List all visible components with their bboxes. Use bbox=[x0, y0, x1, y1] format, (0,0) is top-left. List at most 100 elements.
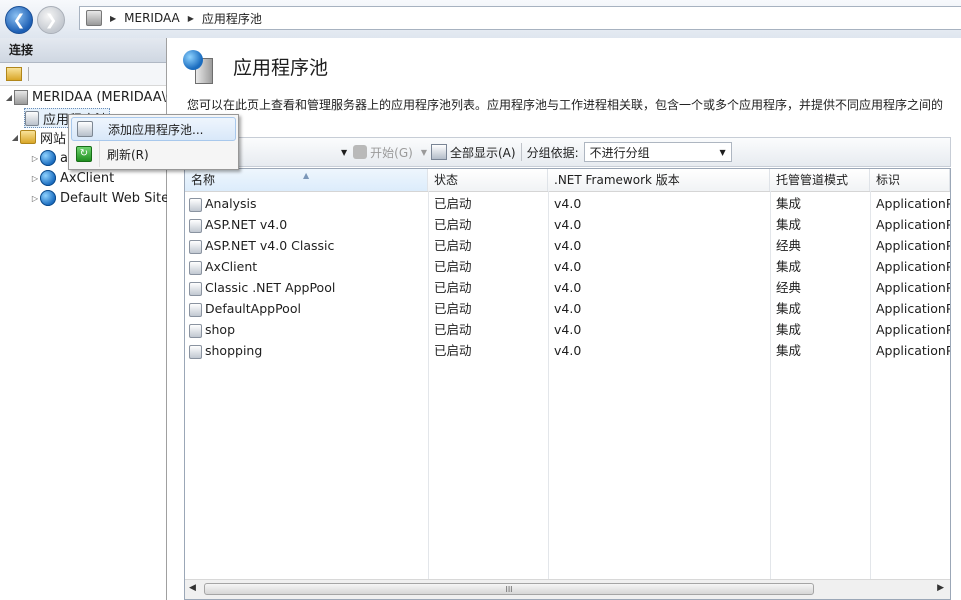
group-by-label: 分组依据: bbox=[526, 145, 579, 160]
column-header-framework[interactable]: .NET Framework 版本 bbox=[548, 169, 770, 191]
cell-text: ApplicationP bbox=[876, 259, 950, 274]
cell-identity: ApplicationP bbox=[870, 340, 950, 361]
cell-identity: ApplicationP bbox=[870, 235, 950, 256]
app-pool-icon bbox=[189, 281, 202, 296]
menu-item-add-app-pool[interactable]: 添加应用程序池... bbox=[71, 117, 236, 141]
cell-framework: v4.0 bbox=[548, 319, 770, 340]
cell-framework: v4.0 bbox=[548, 214, 770, 235]
expand-icon[interactable]: ▷ bbox=[30, 154, 40, 163]
group-by-value: 不进行分组 bbox=[589, 145, 650, 160]
cell-text: ApplicationP bbox=[876, 196, 950, 211]
cell-pipeline: 经典 bbox=[770, 277, 870, 298]
table-row[interactable]: ASP.NET v4.0 已启动 v4.0 集成 ApplicationP bbox=[185, 214, 950, 235]
cell-pipeline: 集成 bbox=[770, 319, 870, 340]
arrow-right-icon: ❯ bbox=[44, 11, 58, 29]
globe-icon bbox=[40, 150, 56, 166]
tree-item-site-a[interactable]: ▷ a bbox=[30, 149, 68, 167]
app-pool-icon bbox=[189, 260, 202, 275]
collapse-icon[interactable]: ◢ bbox=[10, 133, 20, 142]
column-header-pipeline[interactable]: 托管管道模式 bbox=[770, 169, 870, 191]
start-dropdown-icon[interactable]: ▼ bbox=[421, 148, 427, 157]
cell-status: 已启动 bbox=[428, 319, 548, 340]
menu-item-label: 添加应用程序池... bbox=[108, 122, 204, 137]
breadcrumb-separator-icon[interactable]: ▶ bbox=[188, 14, 194, 23]
forward-button[interactable]: ❯ bbox=[37, 6, 65, 34]
tree-item-axclient[interactable]: ▷ AxClient bbox=[30, 169, 114, 187]
menu-item-refresh[interactable]: ↻ 刷新(R) bbox=[71, 143, 234, 165]
scrollbar-thumb[interactable]: III bbox=[204, 583, 814, 595]
cell-text: ApplicationP bbox=[876, 238, 950, 253]
app-pools-table: 名称 ▲ 状态 .NET Framework 版本 托管管道模式 标识 Anal… bbox=[184, 168, 951, 600]
filter-toolbar: ▼ 开始(G) ▼ 全部显示(A) 分组依据: 不进行分组 ▼ bbox=[184, 137, 951, 167]
tree-item-server[interactable]: ◢ MERIDAA (MERIDAA\Oa bbox=[4, 88, 184, 106]
app-pool-icon bbox=[25, 110, 39, 126]
breadcrumb[interactable]: ▶ MERIDAA ▶ 应用程序池 bbox=[79, 6, 961, 30]
app-pool-page-icon bbox=[183, 50, 213, 84]
table-row[interactable]: ASP.NET v4.0 Classic 已启动 v4.0 经典 Application… bbox=[185, 235, 950, 256]
show-all-button[interactable]: 全部显示(A) bbox=[430, 144, 516, 161]
cell-text: v4.0 bbox=[554, 259, 582, 274]
server-icon bbox=[86, 10, 102, 26]
toolbar-separator bbox=[520, 143, 522, 161]
cell-text: ASP.NET v4.0 bbox=[205, 217, 288, 232]
column-header-status[interactable]: 状态 bbox=[428, 169, 548, 191]
cell-text: 集成 bbox=[776, 343, 802, 358]
horizontal-scrollbar[interactable]: ◀ III ▶ bbox=[185, 579, 950, 599]
tree-item-default-web-site[interactable]: ▷ Default Web Site bbox=[30, 189, 169, 207]
tree-item-label: Default Web Site bbox=[60, 190, 170, 206]
cell-name: ASP.NET v4.0 bbox=[185, 214, 428, 235]
cell-text: 已启动 bbox=[434, 238, 472, 253]
back-button[interactable]: ❮ bbox=[5, 6, 33, 34]
cell-pipeline: 集成 bbox=[770, 298, 870, 319]
connect-icon[interactable] bbox=[6, 67, 22, 81]
page-title: 应用程序池 bbox=[233, 56, 329, 79]
table-row[interactable]: shop 已启动 v4.0 集成 ApplicationP bbox=[185, 319, 950, 340]
show-all-icon bbox=[430, 144, 447, 160]
table-row[interactable]: shopping 已启动 v4.0 集成 ApplicationP bbox=[185, 340, 950, 361]
cell-status: 已启动 bbox=[428, 340, 548, 361]
cell-identity: ApplicationP bbox=[870, 256, 950, 277]
cell-text: Classic .NET AppPool bbox=[205, 280, 336, 295]
breadcrumb-item-app-pools[interactable]: 应用程序池 bbox=[202, 10, 262, 27]
table-row[interactable]: DefaultAppPool 已启动 v4.0 集成 ApplicationP bbox=[185, 298, 950, 319]
table-row[interactable]: AxClient 已启动 v4.0 集成 ApplicationP bbox=[185, 256, 950, 277]
column-header-name[interactable]: 名称 ▲ bbox=[185, 169, 428, 191]
cell-text: ASP.NET v4.0 Classic bbox=[205, 238, 335, 253]
table-row[interactable]: Classic .NET AppPool 已启动 v4.0 经典 Application… bbox=[185, 277, 950, 298]
cell-text: 集成 bbox=[776, 259, 802, 274]
cell-text: ApplicationP bbox=[876, 343, 950, 358]
filter-dropdown-icon[interactable]: ▼ bbox=[341, 148, 347, 157]
cell-name: shop bbox=[185, 319, 428, 340]
cell-text: 已启动 bbox=[434, 322, 472, 337]
cell-text: 已启动 bbox=[434, 280, 472, 295]
cell-identity: ApplicationP bbox=[870, 214, 950, 235]
cell-text: shop bbox=[205, 322, 236, 337]
column-header-identity[interactable]: 标识 bbox=[870, 169, 950, 191]
cell-text: 集成 bbox=[776, 301, 802, 316]
start-button[interactable]: 开始(G) bbox=[353, 144, 413, 161]
scroll-right-icon[interactable]: ▶ bbox=[937, 583, 944, 593]
breadcrumb-item-server[interactable]: MERIDAA bbox=[124, 11, 180, 25]
breadcrumb-separator-icon[interactable]: ▶ bbox=[110, 14, 116, 23]
expand-icon[interactable]: ▷ bbox=[30, 174, 40, 183]
tree-item-sites[interactable]: ◢ 网站 bbox=[10, 128, 66, 147]
cell-text: 已启动 bbox=[434, 196, 472, 211]
tree-item-label: a bbox=[60, 150, 68, 166]
globe-icon bbox=[40, 170, 56, 186]
cell-text: v4.0 bbox=[554, 343, 582, 358]
cell-identity: ApplicationP bbox=[870, 277, 950, 298]
page-header: 应用程序池 bbox=[183, 48, 328, 84]
page-description: 您可以在此页上查看和管理服务器上的应用程序池列表。应用程序池与工作进程相关联，包… bbox=[187, 98, 944, 112]
cell-pipeline: 经典 bbox=[770, 235, 870, 256]
cell-text: v4.0 bbox=[554, 217, 582, 232]
app-pool-icon bbox=[189, 323, 202, 338]
scroll-left-icon[interactable]: ◀ bbox=[189, 583, 196, 593]
expand-icon[interactable]: ▷ bbox=[30, 194, 40, 203]
cell-text: 已启动 bbox=[434, 343, 472, 358]
cell-text: 集成 bbox=[776, 322, 802, 337]
tree-item-label: MERIDAA (MERIDAA\Oa bbox=[32, 89, 185, 105]
table-row[interactable]: Analysis 已启动 v4.0 集成 ApplicationP bbox=[185, 193, 950, 214]
group-by-select[interactable]: 不进行分组 ▼ bbox=[583, 142, 732, 162]
collapse-icon[interactable]: ◢ bbox=[4, 93, 14, 102]
cell-framework: v4.0 bbox=[548, 256, 770, 277]
